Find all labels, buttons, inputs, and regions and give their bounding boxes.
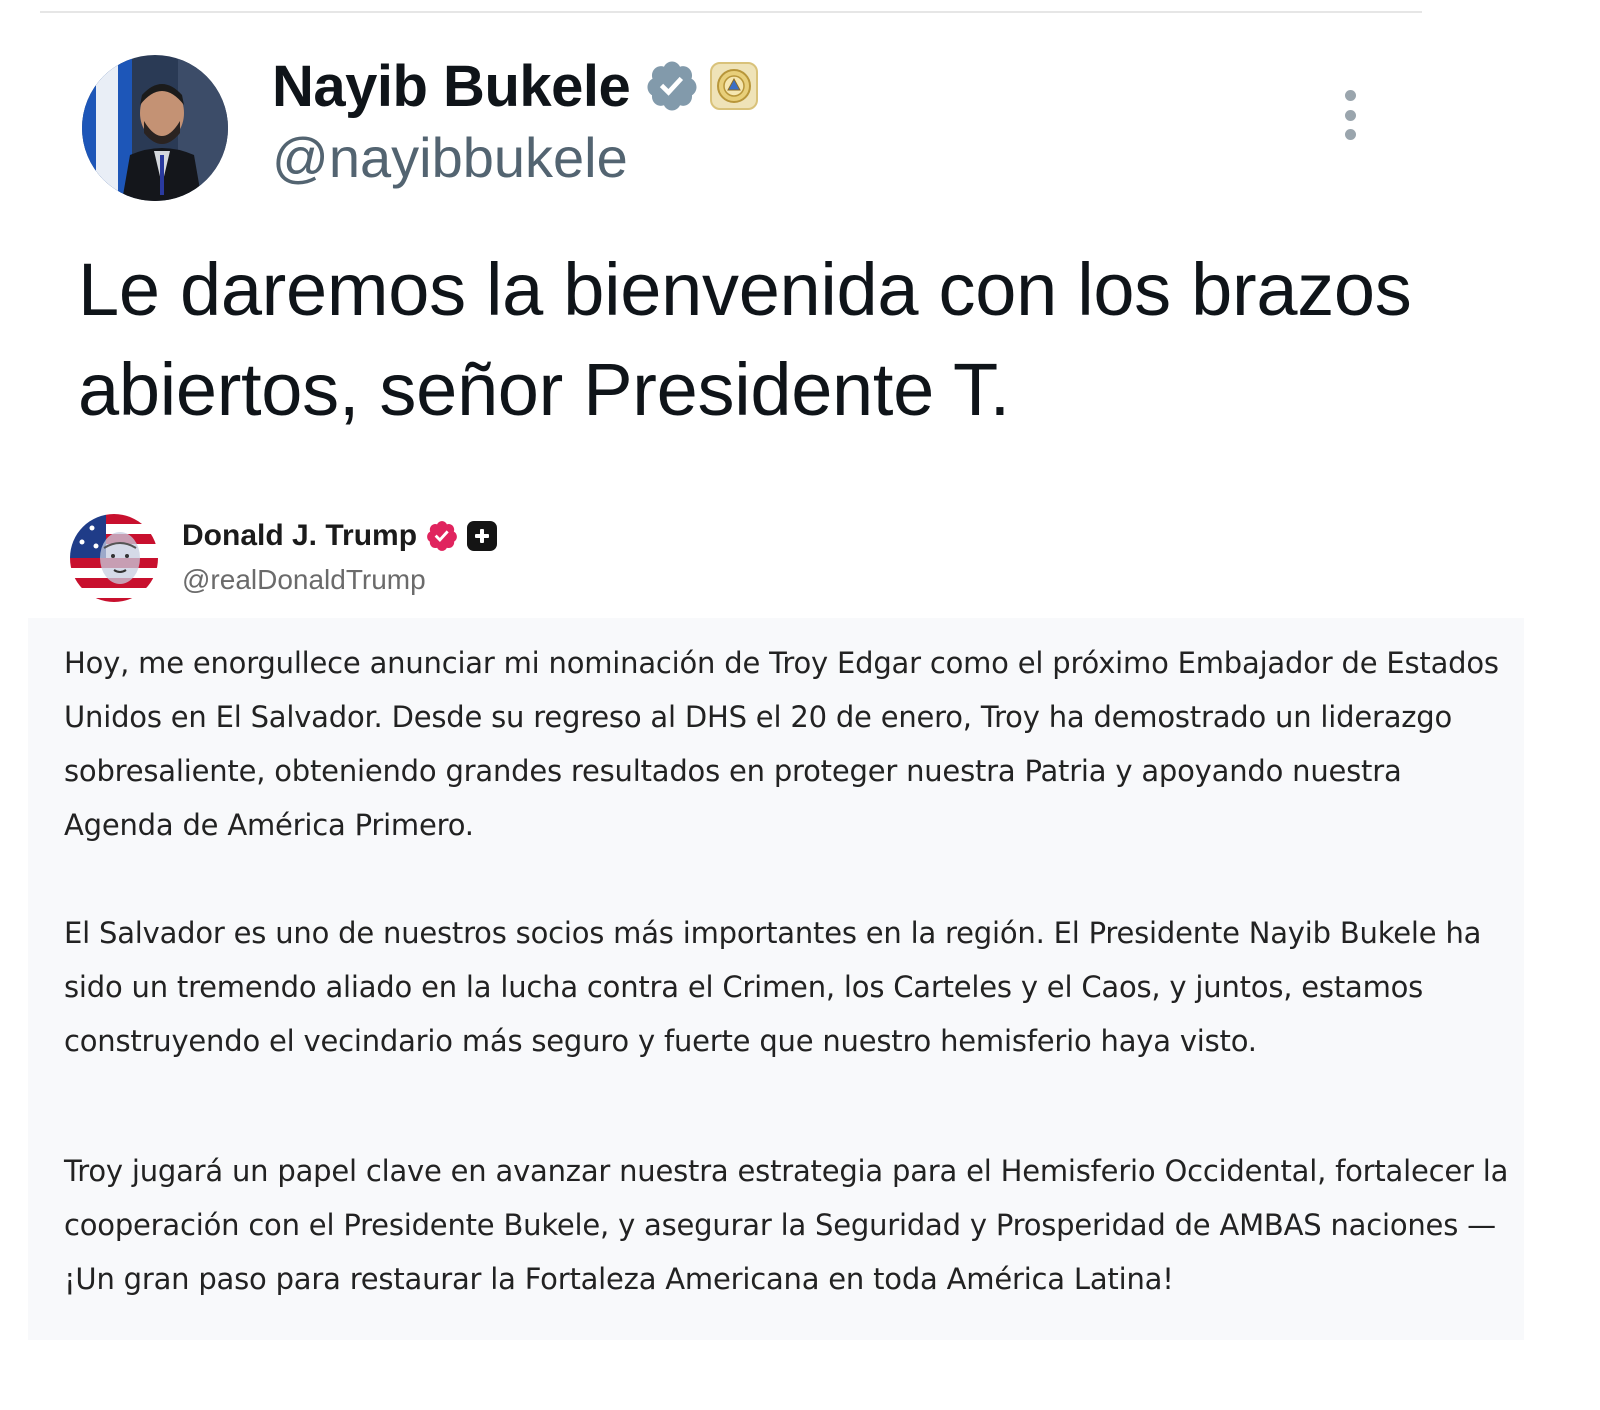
verified-badge-icon [425, 519, 459, 553]
quoted-author-block: Donald J. Trump @realDonaldTrump [182, 516, 498, 596]
quoted-paragraph: Troy jugará un papel clave en avanzar nu… [64, 1154, 1509, 1296]
more-dot [1344, 109, 1356, 121]
more-dot [1344, 90, 1356, 101]
main-author-block: Nayib Bukele @nayibbukele [272, 53, 759, 190]
verified-badge-icon [644, 58, 700, 114]
author-handle[interactable]: @nayibbukele [272, 125, 758, 190]
more-vertical-icon[interactable] [1336, 90, 1364, 140]
main-post-header: Nayib Bukele @nayibbukele [82, 53, 759, 201]
avatar[interactable] [70, 514, 158, 602]
screenshot-page: Nayib Bukele @nayibbukele Le daremos la … [0, 0, 1600, 1410]
quoted-paragraph: El Salvador es uno de nuestros socios má… [64, 916, 1482, 1058]
top-divider [40, 11, 1422, 13]
plus-badge-icon[interactable] [467, 521, 498, 551]
quoted-name-row: Donald J. Trump [182, 516, 498, 556]
quoted-paragraph: Hoy, me enorgullece anunciar mi nominaci… [64, 646, 1499, 842]
el-salvador-seal-icon[interactable] [710, 62, 759, 110]
more-dot [1344, 129, 1356, 140]
main-name-row: Nayib Bukele [272, 53, 759, 120]
post-text: Le daremos la bienvenida con los brazos … [78, 248, 1412, 431]
quoted-author-handle[interactable]: @realDonaldTrump [182, 564, 497, 596]
author-name[interactable]: Nayib Bukele [272, 53, 631, 120]
quoted-author-name[interactable]: Donald J. Trump [182, 519, 417, 553]
avatar[interactable] [82, 55, 228, 201]
quoted-post-body: Hoy, me enorgullece anunciar mi nominaci… [28, 618, 1524, 1340]
quoted-post-header: Donald J. Trump @realDonaldTrump [70, 514, 498, 602]
